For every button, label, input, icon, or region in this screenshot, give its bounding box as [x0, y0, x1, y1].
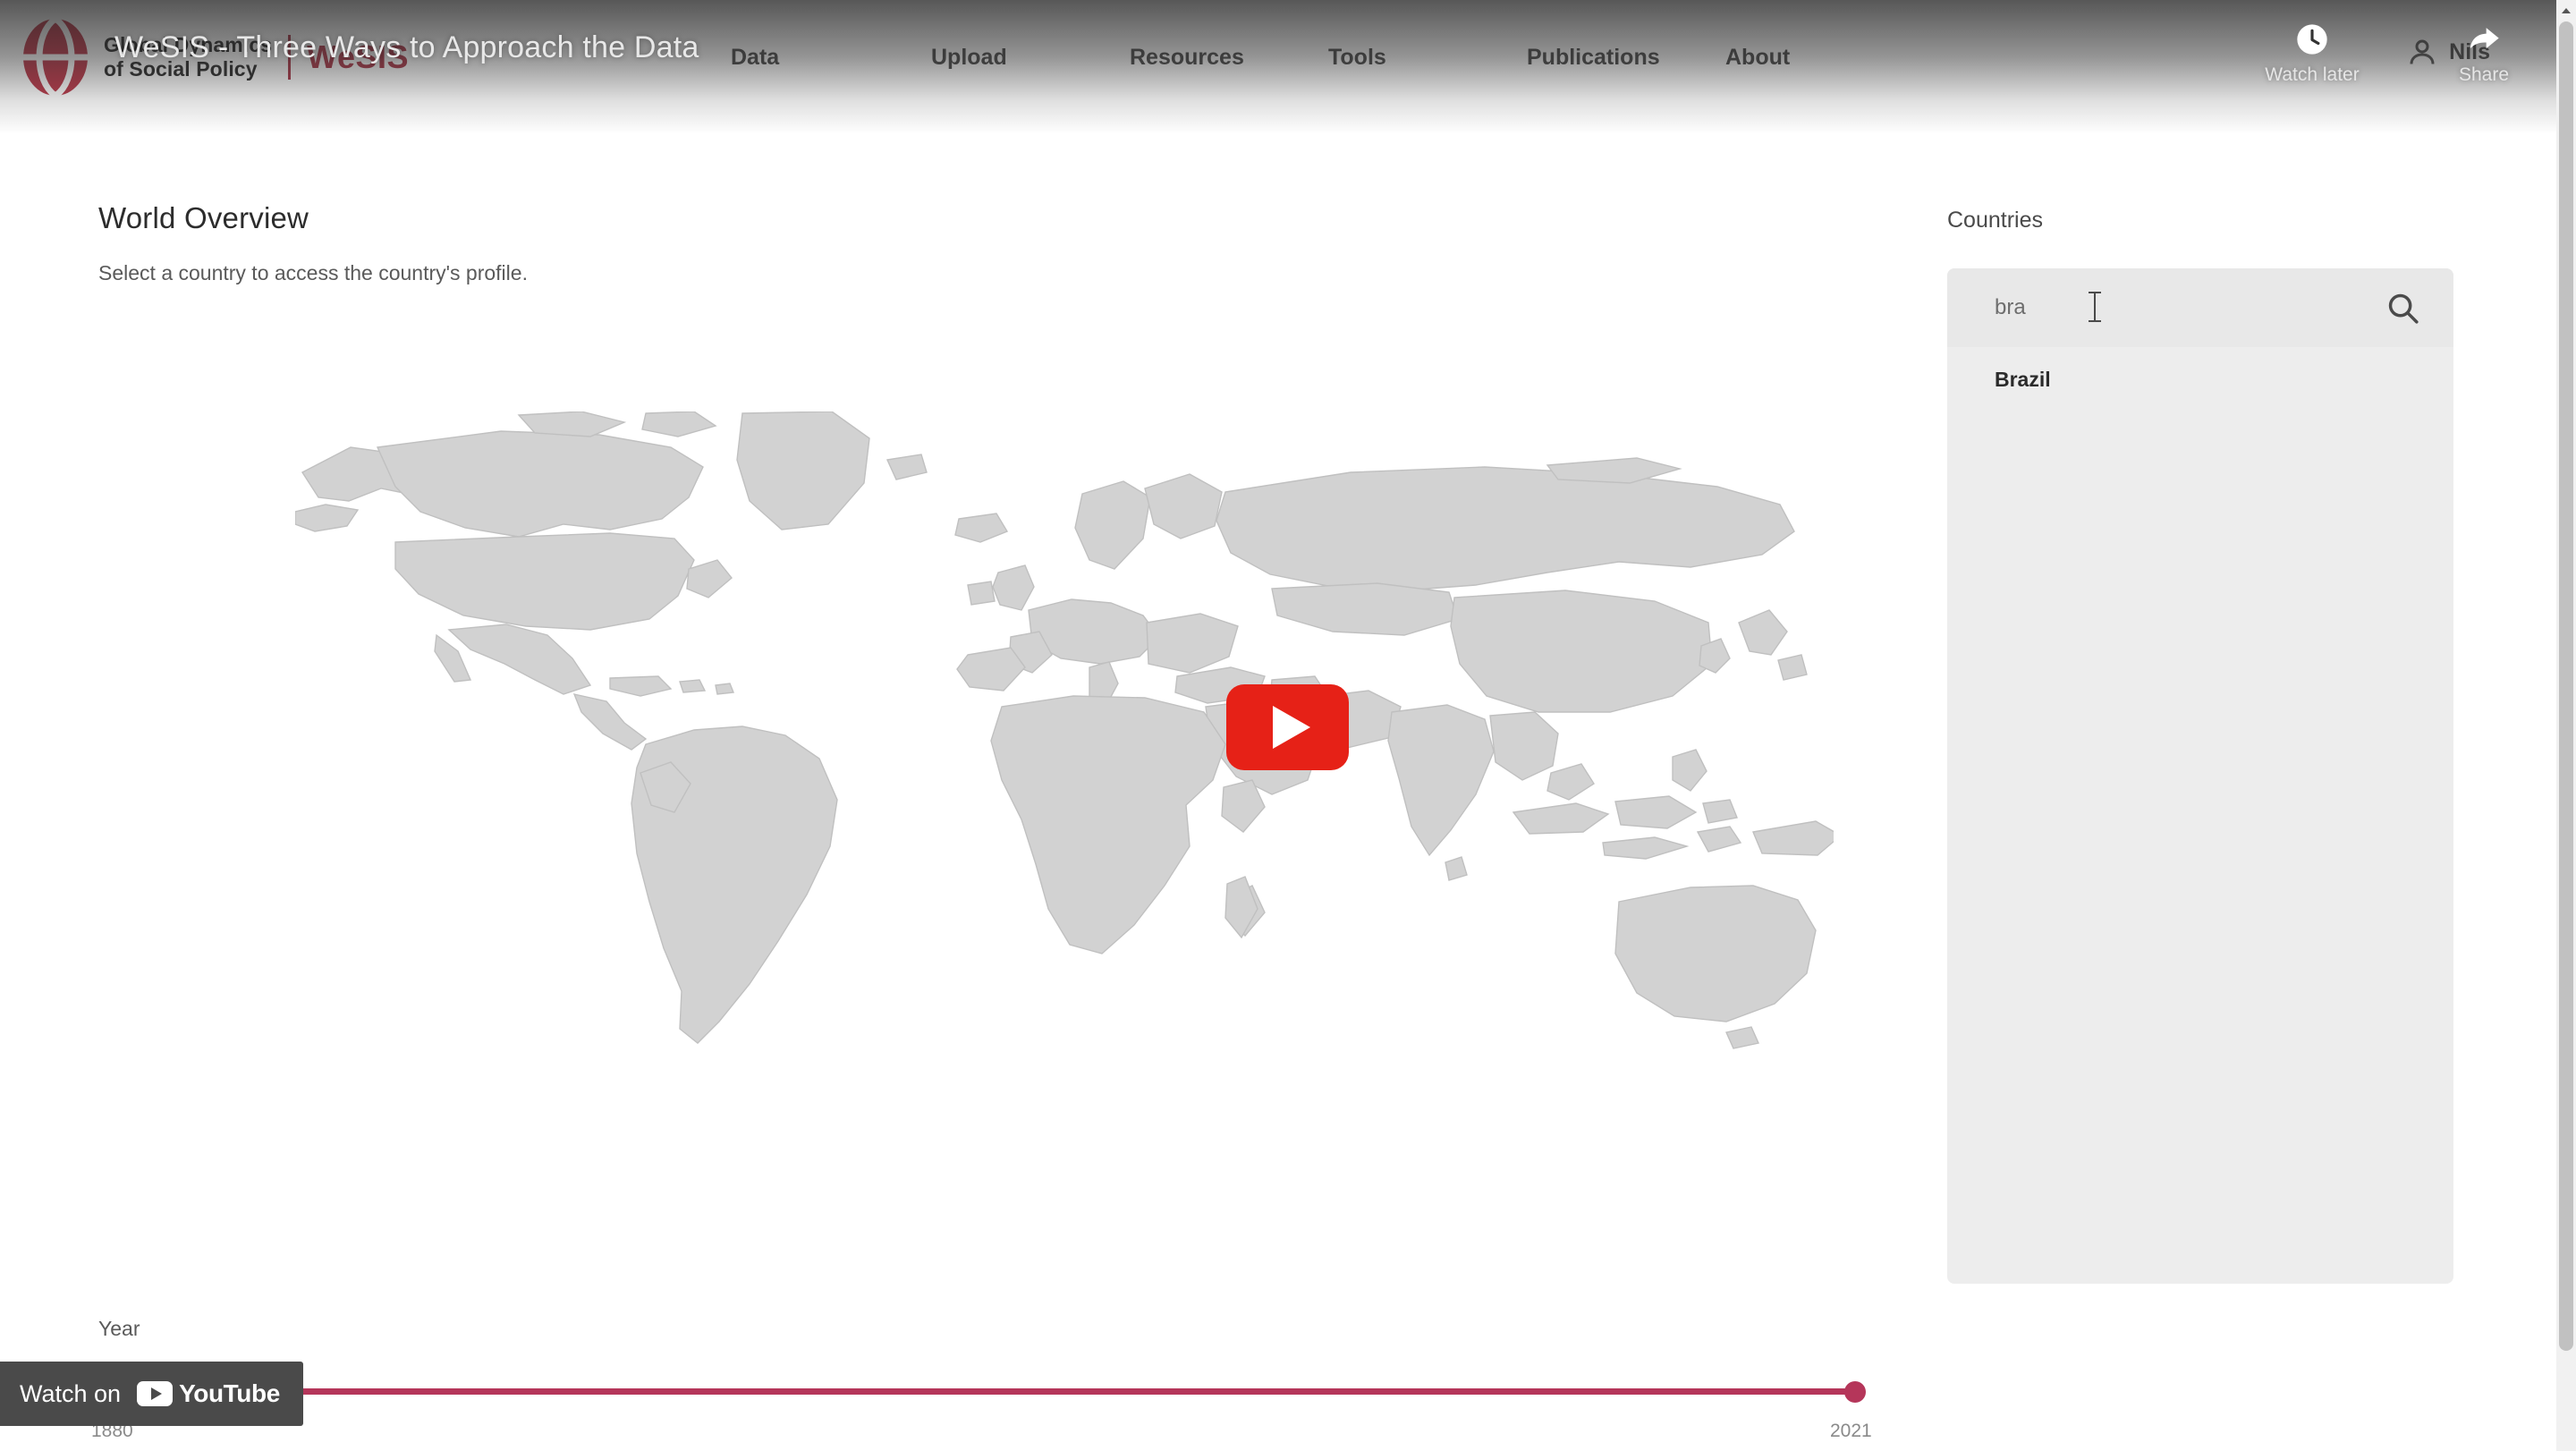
main-navigation: Data Upload Resources Tools Publications… [731, 45, 1924, 71]
watch-on-youtube-button[interactable]: Watch on YouTube [0, 1362, 303, 1426]
youtube-wordmark: YouTube [179, 1379, 280, 1407]
page-title: World Overview [98, 201, 309, 234]
share-label: Share [2458, 64, 2510, 85]
youtube-play-button[interactable] [1226, 684, 1349, 770]
scrollbar-up-button[interactable] [2556, 0, 2576, 20]
share-button[interactable]: Share [2431, 20, 2537, 86]
nav-item-upload[interactable]: Upload [931, 45, 1007, 71]
world-map-svg[interactable] [295, 412, 1834, 1091]
nav-item-tools[interactable]: Tools [1328, 45, 1386, 71]
year-slider-track[interactable] [98, 1388, 1860, 1395]
text-cursor-icon [2089, 292, 2101, 322]
year-slider-max-label: 2021 [1830, 1421, 1872, 1441]
country-result-item[interactable]: Brazil [1947, 347, 2453, 412]
year-slider-thumb[interactable] [1844, 1381, 1866, 1403]
nav-item-publications[interactable]: Publications [1527, 45, 1660, 71]
country-results-list: Brazil [1947, 347, 2453, 412]
watch-on-label: Watch on [20, 1379, 122, 1407]
screen: Global Dynamics of Social Policy WeSIS D… [0, 0, 2576, 1451]
country-search-input[interactable] [1995, 281, 2317, 335]
site-logo[interactable]: Global Dynamics of Social Policy WeSIS [20, 17, 409, 98]
brand-abbrev: WeSIS [307, 38, 409, 75]
nav-item-resources[interactable]: Resources [1130, 45, 1244, 71]
world-map[interactable] [295, 412, 1834, 1091]
scrollbar-thumb[interactable] [2559, 21, 2573, 1351]
country-search-row[interactable] [1947, 268, 2453, 347]
chevron-up-icon [2562, 8, 2571, 13]
youtube-logo-icon: YouTube [137, 1379, 280, 1408]
year-filter-label: Year [98, 1317, 140, 1340]
watch-later-button[interactable]: Watch later [2259, 20, 2365, 86]
brand-divider [288, 35, 292, 80]
brand-line-2: of Social Policy [104, 57, 258, 81]
clock-icon [2297, 24, 2327, 55]
page-scrollbar[interactable] [2556, 0, 2576, 1451]
share-arrow-icon [2470, 28, 2499, 49]
search-icon[interactable] [2385, 291, 2419, 325]
watch-later-label: Watch later [2265, 64, 2360, 85]
year-slider[interactable]: 1880 2021 [91, 1378, 1872, 1449]
countries-panel: Brazil [1947, 268, 2453, 1284]
map-countries[interactable] [295, 412, 1834, 1049]
page-subtitle: Select a country to access the country's… [98, 261, 528, 284]
brand-line-1: Global Dynamics [104, 32, 273, 56]
play-icon [1272, 706, 1310, 749]
nav-item-data[interactable]: Data [731, 45, 779, 71]
site-header: Global Dynamics of Social Policy WeSIS D… [0, 0, 2556, 115]
globe-icon [23, 17, 88, 98]
youtube-play-glyph [150, 1387, 162, 1400]
countries-panel-label: Countries [1947, 208, 2043, 233]
nav-item-about[interactable]: About [1725, 45, 1790, 71]
